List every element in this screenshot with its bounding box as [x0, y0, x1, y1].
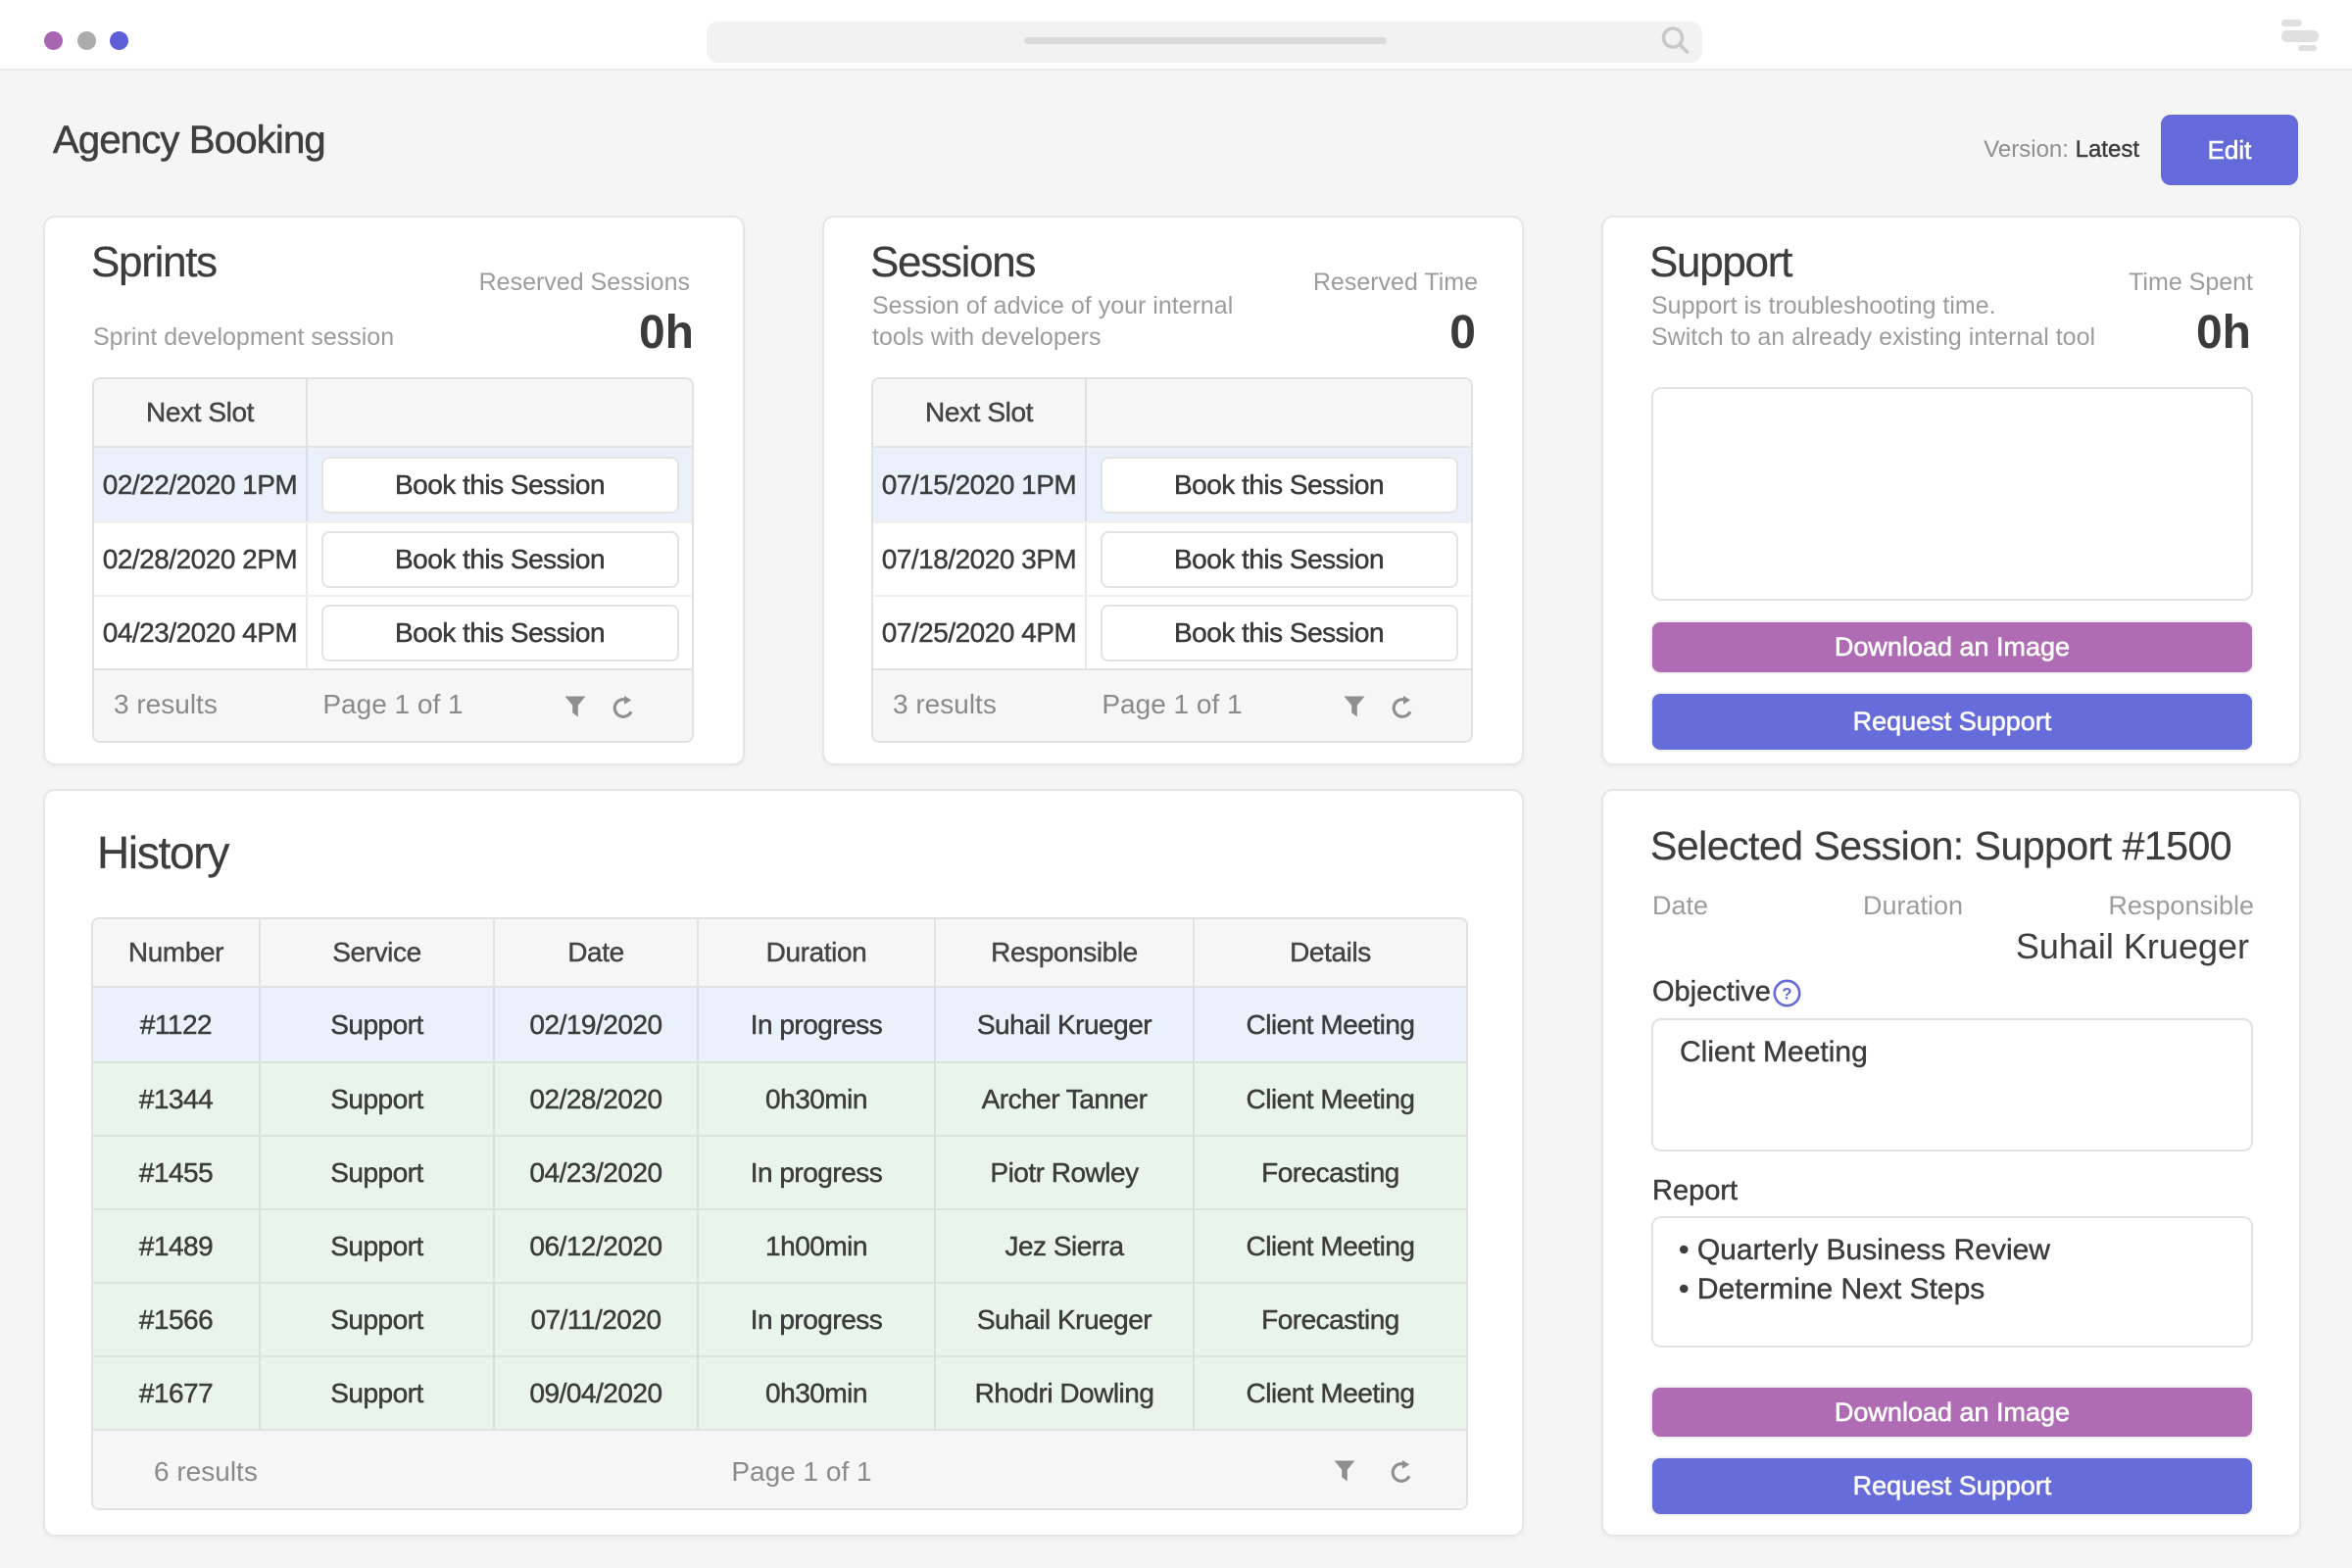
svg-text:?: ? [1782, 985, 1791, 1004]
